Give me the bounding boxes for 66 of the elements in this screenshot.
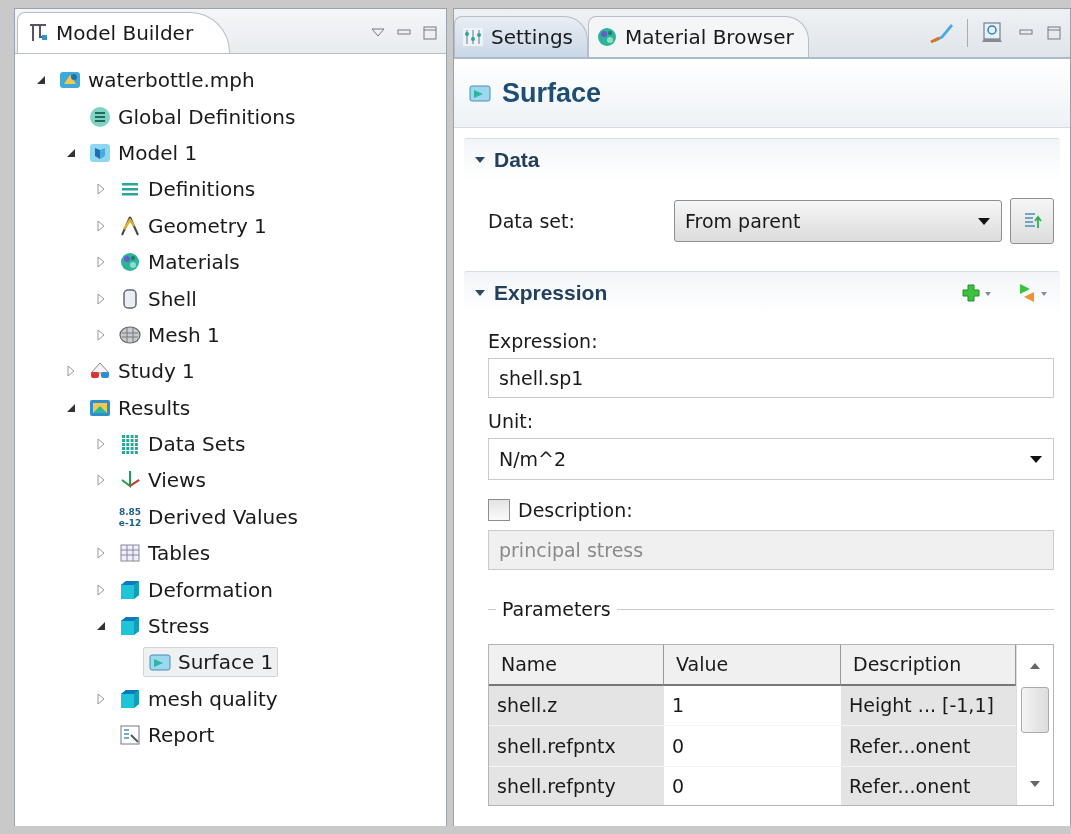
field-label: Unit: [488,409,535,434]
checkbox-label: Description: [518,498,633,523]
tree-item[interactable]: Surface 1 [143,647,279,678]
tree-item[interactable]: Report [113,720,220,751]
number-icon: 8.85 e-12 [118,504,142,529]
panel-tab[interactable]: Model Builder [17,12,231,53]
table-cell: shell.z [489,685,664,726]
tree-item[interactable]: Model 1 [83,137,203,168]
expand-arrow-icon[interactable] [95,438,107,451]
expand-arrow-icon[interactable] [95,219,107,232]
expand-arrow-icon[interactable] [95,692,107,705]
expand-arrow-icon[interactable] [95,583,107,596]
collapse-caret-icon[interactable] [474,155,486,165]
maximize-icon[interactable] [1046,25,1062,41]
tree-item[interactable]: Global Definitions [83,101,301,132]
list-icon [88,104,112,129]
add-icon[interactable] [960,282,994,304]
dropdown-arrow-icon [977,216,991,226]
expression-field[interactable]: shell.sp1 [488,358,1054,398]
expand-arrow-icon[interactable] [65,365,77,378]
unit-dropdown[interactable]: N/m^2 [488,438,1054,480]
tree-item[interactable]: Mesh 1 [113,319,225,350]
tree-item[interactable]: Tables [113,538,216,569]
column-header[interactable]: Name [489,645,664,686]
collapse-arrow-icon[interactable] [35,74,47,87]
expand-arrow-icon[interactable] [95,474,107,487]
data-set-dropdown[interactable]: From parent [674,200,1002,242]
tree-item[interactable]: Deformation [113,574,278,605]
report-icon [118,723,142,748]
tree-item[interactable]: waterbottle.mph [53,65,260,96]
dropdown-arrow-icon [1029,454,1043,464]
settings-icon [461,25,485,49]
expand-arrow-icon[interactable] [95,256,107,269]
expand-arrow-icon[interactable] [95,328,107,341]
table-cell: Refer...onent [841,726,1016,767]
tree-item[interactable]: Materials [113,247,245,278]
panel-tab[interactable]: Material Browser [588,16,809,57]
tree-item[interactable]: Data Sets [113,429,251,460]
tree-item[interactable]: Study 1 [83,356,200,387]
tree-item[interactable]: Stress [113,611,215,642]
collapse-arrow-icon[interactable] [95,620,107,633]
table-cell: Height ... [-1,1] [841,685,1016,726]
checkbox[interactable] [488,499,510,521]
tree-item[interactable]: mesh quality [113,683,283,714]
tree-item[interactable]: Views [113,465,211,496]
scrollbar-thumb[interactable] [1021,687,1049,733]
column-header[interactable]: Value [664,645,841,686]
expand-arrow-icon[interactable] [95,292,107,305]
expand-arrow-icon[interactable] [95,547,107,560]
table-cell: shell.refpnty [489,766,664,805]
tree-item[interactable]: Shell [113,283,202,314]
go-to-source-button[interactable] [1010,198,1054,244]
collapse-caret-icon[interactable] [474,288,486,298]
group-title: Parameters [502,597,611,622]
tree-item[interactable]: Results [83,392,196,423]
field-label: Data set: [488,210,576,232]
tree-item[interactable]: Definitions [113,174,261,205]
tree-item[interactable]: Geometry 1 [113,210,272,241]
expand-arrow-icon[interactable] [95,183,107,196]
settings-title: Surface [502,77,602,109]
field-label: Expression: [488,329,599,354]
panel-tab[interactable]: Settings [454,16,589,57]
table-cell: Refer...onent [841,766,1016,805]
column-header[interactable]: Description [841,645,1016,686]
table-cell: shell.refpntx [489,726,664,767]
maximize-icon[interactable] [422,25,438,41]
